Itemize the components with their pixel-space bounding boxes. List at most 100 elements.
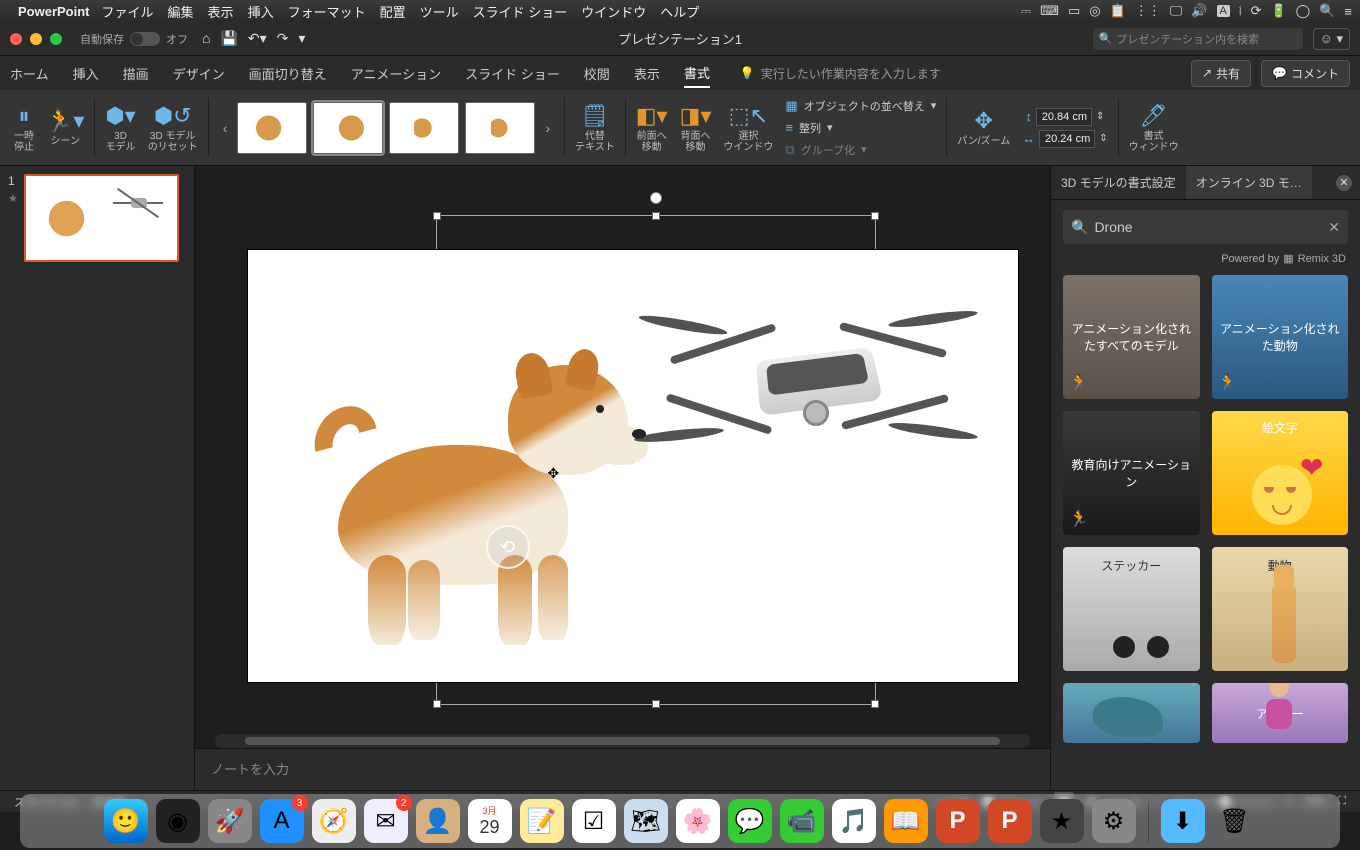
tray-camera-icon[interactable]: ⎓ <box>1021 3 1031 19</box>
tray-display-icon[interactable]: ▭ <box>1068 3 1080 19</box>
menu-format[interactable]: フォーマット <box>288 2 366 21</box>
gallery-prev[interactable]: ‹ <box>219 120 232 136</box>
slide-canvas[interactable]: ⟲ ✥ <box>248 250 1018 682</box>
3d-model-dog[interactable]: ⟲ <box>298 305 638 655</box>
dock-notes[interactable]: 📝 <box>520 799 564 843</box>
menu-edit[interactable]: 編集 <box>168 2 194 21</box>
selection-pane-button[interactable]: ⬚↖選択 ウインドウ <box>717 94 779 161</box>
resize-handle[interactable] <box>871 212 879 220</box>
qa-save-icon[interactable]: 💾 <box>220 30 237 47</box>
scene-button[interactable]: 🏃▾シーン <box>40 94 90 161</box>
qa-redo-icon[interactable]: ↷ <box>277 30 289 47</box>
minimize-window-button[interactable] <box>30 33 42 45</box>
clear-search-icon[interactable]: ✕ <box>1328 219 1340 236</box>
3d-rotate-handle[interactable]: ⟲ <box>486 525 530 569</box>
tab-format[interactable]: 書式 <box>684 59 710 88</box>
horizontal-scrollbar[interactable] <box>215 734 1030 748</box>
share-button[interactable]: ↗共有 <box>1191 60 1251 87</box>
pan-zoom-button[interactable]: ✥パン/ズーム <box>951 94 1016 161</box>
tray-control-center-icon[interactable]: ≡ <box>1344 4 1352 19</box>
dock-appstore[interactable]: A3 <box>260 799 304 843</box>
pause-button[interactable]: ⏸一時 停止 <box>8 94 40 161</box>
format-pane-button[interactable]: 🖊書式 ウィンドウ <box>1123 94 1185 161</box>
tab-slideshow[interactable]: スライド ショー <box>465 60 560 87</box>
tab-home[interactable]: ホーム <box>10 60 49 87</box>
notes-pane[interactable]: ノートを入力 <box>195 748 1050 790</box>
tray-keyboard-icon[interactable]: ⌨ <box>1040 3 1059 19</box>
slide-thumbnail-1[interactable] <box>24 174 179 262</box>
3d-model-drone[interactable] <box>648 290 968 490</box>
dock-facetime[interactable]: 📹 <box>780 799 824 843</box>
dock-preferences[interactable]: ⚙ <box>1092 799 1136 843</box>
menu-file[interactable]: ファイル <box>102 2 154 21</box>
qa-undo-icon[interactable]: ↶▾ <box>248 30 267 47</box>
dock-ibooks[interactable]: 📖 <box>884 799 928 843</box>
stepper-icon[interactable]: ⇕ <box>1096 111 1104 122</box>
align-menu[interactable]: ≡整列 ▾ <box>785 118 832 138</box>
tell-me-search[interactable]: 💡 実行したい作業内容を入力します <box>740 65 941 82</box>
dock-messages[interactable]: 💬 <box>728 799 772 843</box>
dock-imovie[interactable]: ★ <box>1040 799 1084 843</box>
account-menu[interactable]: ☺ ▾ <box>1313 28 1350 50</box>
tray-volume-icon[interactable]: 🔊 <box>1191 3 1207 19</box>
dock-powerpoint[interactable]: P <box>936 799 980 843</box>
resize-handle[interactable] <box>871 700 879 708</box>
app-name[interactable]: PowerPoint <box>18 4 90 19</box>
dock-reminders[interactable]: ☑ <box>572 799 616 843</box>
resize-handle[interactable] <box>652 700 660 708</box>
dock-itunes[interactable]: 🎵 <box>832 799 876 843</box>
view-thumb-3[interactable] <box>389 102 459 154</box>
close-pane-button[interactable]: ✕ <box>1336 175 1352 191</box>
qa-customize-icon[interactable]: ▾ <box>298 30 305 47</box>
menu-tools[interactable]: ツール <box>420 2 459 21</box>
dock-trash[interactable]: 🗑 <box>1213 799 1257 843</box>
tray-sync-icon[interactable]: ⟳ <box>1251 3 1262 19</box>
search-in-presentation[interactable]: 🔍 プレゼンテーション内を検索 <box>1093 28 1303 50</box>
menu-insert[interactable]: 挿入 <box>248 2 274 21</box>
view-thumb-2[interactable] <box>313 102 383 154</box>
tray-display2-icon[interactable]: 🖵 <box>1170 3 1183 19</box>
tab-draw[interactable]: 描画 <box>123 60 149 87</box>
resize-handle[interactable] <box>433 700 441 708</box>
resize-handle[interactable] <box>433 212 441 220</box>
resize-handle[interactable] <box>652 212 660 220</box>
tray-wifi-icon[interactable]: ⧙ <box>1239 3 1242 19</box>
stepper-icon[interactable]: ⇕ <box>1099 133 1107 144</box>
dock-downloads[interactable]: ⬇ <box>1161 799 1205 843</box>
send-backward-button[interactable]: ◨▾背面へ 移動 <box>674 94 718 161</box>
dock-finder[interactable]: 🙂 <box>104 799 148 843</box>
tray-grid-icon[interactable]: ⋮⋮ <box>1135 3 1161 19</box>
dock-mail[interactable]: ✉2 <box>364 799 408 843</box>
group-menu[interactable]: ⧉グループ化 ▾ <box>785 140 866 160</box>
dock-photos[interactable]: 🌸 <box>676 799 720 843</box>
close-window-button[interactable] <box>10 33 22 45</box>
width-field[interactable]: ↔20.24 cm⇕ <box>1022 130 1107 148</box>
tab-review[interactable]: 校閲 <box>584 60 610 87</box>
tab-transitions[interactable]: 画面切り替え <box>249 60 327 87</box>
view-thumb-1[interactable] <box>237 102 307 154</box>
category-emoji[interactable]: 絵文字 <box>1212 411 1349 535</box>
alt-text-button[interactable]: 🗒代替 テキスト <box>569 94 621 161</box>
tray-clipboard-icon[interactable]: 📋 <box>1110 3 1126 19</box>
autosave-switch[interactable] <box>130 32 160 46</box>
3d-model-button[interactable]: ⬢▾3D モデル <box>99 94 141 161</box>
height-field[interactable]: ↕20.84 cm⇕ <box>1025 108 1104 126</box>
online-3d-search[interactable]: 🔍 Drone ✕ <box>1063 210 1348 244</box>
category-dinosaurs[interactable]: 恐竜 <box>1063 683 1200 743</box>
menu-view[interactable]: 表示 <box>208 2 234 21</box>
menu-help[interactable]: ヘルプ <box>660 2 699 21</box>
category-stickers[interactable]: ステッカー <box>1063 547 1200 671</box>
category-education[interactable]: 教育向けアニメーション🏃 <box>1063 411 1200 535</box>
dock-calendar[interactable]: 3月29 <box>468 799 512 843</box>
zoom-window-button[interactable] <box>50 33 62 45</box>
tray-ime-icon[interactable]: A <box>1217 5 1230 17</box>
tray-battery-icon[interactable]: 🔋 <box>1270 3 1286 19</box>
tab-design[interactable]: デザイン <box>173 60 225 87</box>
view-thumb-4[interactable] <box>465 102 535 154</box>
category-animals[interactable]: 動物 <box>1212 547 1349 671</box>
rotation-handle[interactable] <box>650 192 662 204</box>
tray-siri-icon[interactable]: ◯ <box>1296 3 1311 19</box>
reset-3d-button[interactable]: ⬢↺3D モデル のリセット <box>142 94 204 161</box>
reorder-objects-menu[interactable]: ▦オブジェクトの並べ替え ▾ <box>785 96 936 116</box>
gallery-next[interactable]: › <box>541 120 554 136</box>
